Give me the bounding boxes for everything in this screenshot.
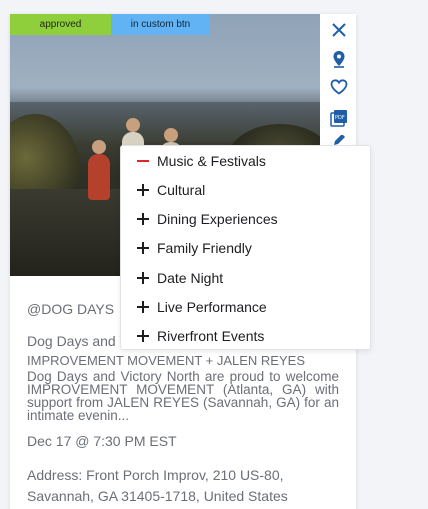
menu-item-label: Date Night: [157, 269, 224, 286]
menu-item-cultural[interactable]: Cultural: [121, 175, 372, 204]
event-address: Address: Front Porch Improv, 210 US-80, …: [27, 467, 288, 504]
minus-icon: [137, 154, 151, 168]
menu-item-live-performance[interactable]: Live Performance: [121, 292, 372, 321]
menu-item-music-festivals[interactable]: Music & Festivals: [121, 146, 372, 175]
menu-item-label: Cultural: [157, 181, 206, 198]
heart-icon[interactable]: [329, 77, 349, 97]
plus-icon: [137, 329, 151, 343]
custom-button-badge[interactable]: in custom btn: [111, 14, 210, 35]
plus-icon: [137, 241, 151, 255]
category-dropdown-menu: Music & Festivals Cultural Dining Experi…: [120, 145, 371, 350]
menu-item-label: Riverfront Events: [157, 327, 265, 344]
action-toolbar: PDF: [320, 14, 356, 145]
menu-item-riverfront-events[interactable]: Riverfront Events: [121, 321, 372, 350]
map-pin-icon[interactable]: [329, 49, 349, 69]
menu-item-dining-experiences[interactable]: Dining Experiences: [121, 204, 372, 233]
event-date: Dec 17 @ 7:30 PM EST: [27, 433, 177, 449]
plus-icon: [137, 271, 151, 285]
event-subtitle: IMPROVEMENT MOVEMENT + JALEN REYES: [27, 353, 305, 368]
menu-item-family-friendly[interactable]: Family Friendly: [121, 233, 372, 262]
menu-item-label: Family Friendly: [157, 239, 252, 256]
menu-item-label: Dining Experiences: [157, 210, 278, 227]
plus-icon: [137, 300, 151, 314]
plus-icon: [137, 183, 151, 197]
organizer-handle[interactable]: @DOG DAYS: [27, 301, 114, 317]
close-icon[interactable]: [329, 20, 349, 40]
edit-icon[interactable]: [329, 135, 349, 145]
plus-icon: [137, 212, 151, 226]
menu-item-label: Music & Festivals: [157, 152, 266, 169]
menu-item-label: Live Performance: [157, 298, 267, 315]
event-description: Dog Days and Victory North are proud to …: [27, 369, 339, 423]
pdf-icon[interactable]: PDF: [329, 108, 349, 128]
approved-badge: approved: [10, 14, 111, 35]
svg-text:PDF: PDF: [335, 115, 345, 121]
menu-item-date-night[interactable]: Date Night: [121, 263, 372, 292]
